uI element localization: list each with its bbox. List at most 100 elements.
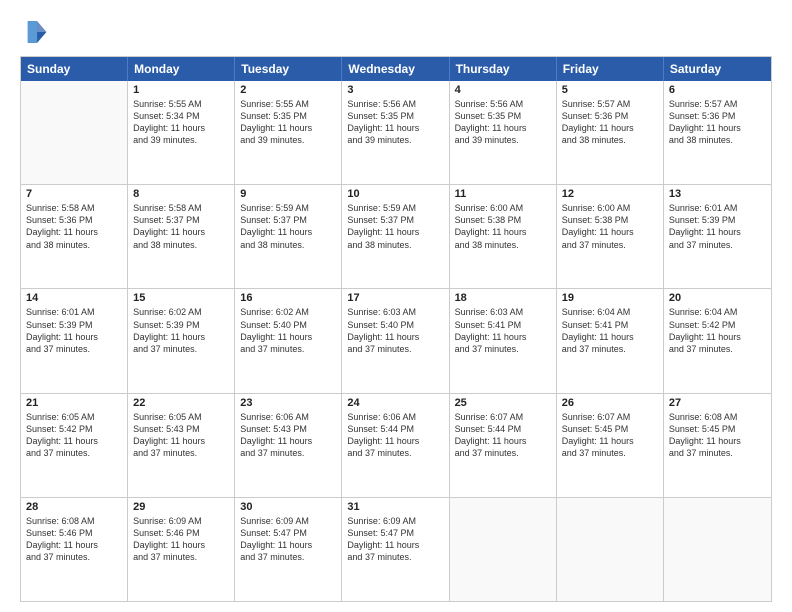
calendar-cell: 7Sunrise: 5:58 AMSunset: 5:36 PMDaylight… [21,185,128,288]
daylight-line2: and 37 minutes. [240,343,336,355]
sunrise: Sunrise: 5:58 AM [26,202,122,214]
sunrise: Sunrise: 6:04 AM [669,306,766,318]
calendar-cell: 17Sunrise: 6:03 AMSunset: 5:40 PMDayligh… [342,289,449,392]
calendar-cell: 16Sunrise: 6:02 AMSunset: 5:40 PMDayligh… [235,289,342,392]
sunset: Sunset: 5:42 PM [669,319,766,331]
sunrise: Sunrise: 5:55 AM [133,98,229,110]
sunset: Sunset: 5:42 PM [26,423,122,435]
daylight-line1: Daylight: 11 hours [240,331,336,343]
daylight-line2: and 38 minutes. [26,239,122,251]
daylight-line1: Daylight: 11 hours [240,226,336,238]
day-number: 23 [240,397,336,409]
daylight-line1: Daylight: 11 hours [455,226,551,238]
daylight-line2: and 37 minutes. [455,343,551,355]
daylight-line1: Daylight: 11 hours [240,539,336,551]
daylight-line2: and 38 minutes. [562,134,658,146]
daylight-line2: and 39 minutes. [455,134,551,146]
calendar-body: 1Sunrise: 5:55 AMSunset: 5:34 PMDaylight… [21,81,771,601]
header [20,18,772,46]
sunset: Sunset: 5:45 PM [562,423,658,435]
day-number: 15 [133,292,229,304]
daylight-line2: and 37 minutes. [26,551,122,563]
calendar-cell: 31Sunrise: 6:09 AMSunset: 5:47 PMDayligh… [342,498,449,601]
sunrise: Sunrise: 6:03 AM [455,306,551,318]
day-number: 27 [669,397,766,409]
sunrise: Sunrise: 6:05 AM [26,411,122,423]
header-day: Sunday [21,57,128,81]
sunset: Sunset: 5:40 PM [240,319,336,331]
sunset: Sunset: 5:46 PM [133,527,229,539]
day-number: 17 [347,292,443,304]
header-day: Monday [128,57,235,81]
sunrise: Sunrise: 6:08 AM [26,515,122,527]
daylight-line1: Daylight: 11 hours [133,226,229,238]
daylight-line1: Daylight: 11 hours [669,435,766,447]
sunrise: Sunrise: 5:57 AM [562,98,658,110]
sunrise: Sunrise: 6:09 AM [240,515,336,527]
sunset: Sunset: 5:46 PM [26,527,122,539]
calendar-cell: 19Sunrise: 6:04 AMSunset: 5:41 PMDayligh… [557,289,664,392]
calendar-cell: 14Sunrise: 6:01 AMSunset: 5:39 PMDayligh… [21,289,128,392]
sunrise: Sunrise: 5:55 AM [240,98,336,110]
sunset: Sunset: 5:44 PM [347,423,443,435]
daylight-line1: Daylight: 11 hours [347,226,443,238]
daylight-line1: Daylight: 11 hours [133,122,229,134]
calendar-cell: 13Sunrise: 6:01 AMSunset: 5:39 PMDayligh… [664,185,771,288]
calendar: SundayMondayTuesdayWednesdayThursdayFrid… [20,56,772,602]
day-number: 29 [133,501,229,513]
daylight-line1: Daylight: 11 hours [347,539,443,551]
day-number: 19 [562,292,658,304]
calendar-cell: 6Sunrise: 5:57 AMSunset: 5:36 PMDaylight… [664,81,771,184]
calendar-header: SundayMondayTuesdayWednesdayThursdayFrid… [21,57,771,81]
sunrise: Sunrise: 5:58 AM [133,202,229,214]
calendar-cell: 2Sunrise: 5:55 AMSunset: 5:35 PMDaylight… [235,81,342,184]
day-number: 5 [562,84,658,96]
header-day: Tuesday [235,57,342,81]
calendar-week: 1Sunrise: 5:55 AMSunset: 5:34 PMDaylight… [21,81,771,185]
calendar-cell: 4Sunrise: 5:56 AMSunset: 5:35 PMDaylight… [450,81,557,184]
sunrise: Sunrise: 6:07 AM [562,411,658,423]
daylight-line1: Daylight: 11 hours [240,435,336,447]
daylight-line2: and 37 minutes. [26,343,122,355]
calendar-week: 21Sunrise: 6:05 AMSunset: 5:42 PMDayligh… [21,394,771,498]
sunset: Sunset: 5:37 PM [133,214,229,226]
sunset: Sunset: 5:39 PM [133,319,229,331]
sunrise: Sunrise: 5:57 AM [669,98,766,110]
day-number: 6 [669,84,766,96]
daylight-line1: Daylight: 11 hours [669,331,766,343]
daylight-line1: Daylight: 11 hours [240,122,336,134]
calendar-cell: 23Sunrise: 6:06 AMSunset: 5:43 PMDayligh… [235,394,342,497]
daylight-line1: Daylight: 11 hours [26,435,122,447]
calendar-cell: 21Sunrise: 6:05 AMSunset: 5:42 PMDayligh… [21,394,128,497]
header-day: Wednesday [342,57,449,81]
sunset: Sunset: 5:40 PM [347,319,443,331]
daylight-line2: and 37 minutes. [133,551,229,563]
calendar-cell: 22Sunrise: 6:05 AMSunset: 5:43 PMDayligh… [128,394,235,497]
sunrise: Sunrise: 6:00 AM [455,202,551,214]
daylight-line2: and 37 minutes. [133,343,229,355]
calendar-cell: 1Sunrise: 5:55 AMSunset: 5:34 PMDaylight… [128,81,235,184]
calendar-cell: 27Sunrise: 6:08 AMSunset: 5:45 PMDayligh… [664,394,771,497]
day-number: 26 [562,397,658,409]
calendar-cell: 28Sunrise: 6:08 AMSunset: 5:46 PMDayligh… [21,498,128,601]
sunset: Sunset: 5:34 PM [133,110,229,122]
sunset: Sunset: 5:37 PM [347,214,443,226]
header-day: Friday [557,57,664,81]
sunrise: Sunrise: 6:00 AM [562,202,658,214]
sunrise: Sunrise: 6:07 AM [455,411,551,423]
daylight-line1: Daylight: 11 hours [26,226,122,238]
calendar-cell: 24Sunrise: 6:06 AMSunset: 5:44 PMDayligh… [342,394,449,497]
day-number: 16 [240,292,336,304]
day-number: 25 [455,397,551,409]
calendar-cell: 29Sunrise: 6:09 AMSunset: 5:46 PMDayligh… [128,498,235,601]
sunset: Sunset: 5:36 PM [562,110,658,122]
daylight-line2: and 37 minutes. [133,447,229,459]
day-number: 4 [455,84,551,96]
calendar-cell: 25Sunrise: 6:07 AMSunset: 5:44 PMDayligh… [450,394,557,497]
sunset: Sunset: 5:43 PM [133,423,229,435]
header-day: Thursday [450,57,557,81]
daylight-line1: Daylight: 11 hours [562,226,658,238]
calendar-cell: 20Sunrise: 6:04 AMSunset: 5:42 PMDayligh… [664,289,771,392]
sunset: Sunset: 5:38 PM [455,214,551,226]
daylight-line2: and 37 minutes. [347,447,443,459]
